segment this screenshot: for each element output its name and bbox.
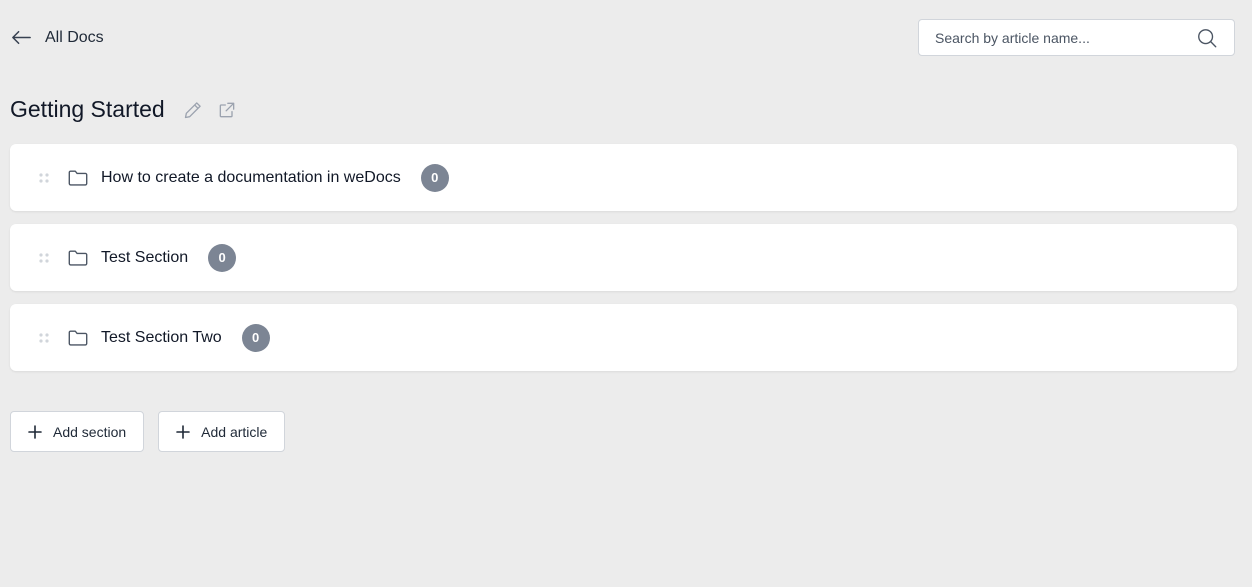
plus-icon [176,424,190,439]
folder-icon [68,169,88,186]
pencil-icon[interactable] [183,100,203,120]
back-label: All Docs [45,28,104,46]
section-list: How to create a documentation in weDocs … [10,144,1237,384]
section-name[interactable]: Test Section [101,249,188,267]
folder-icon [68,249,88,266]
page-title: Getting Started [10,96,165,122]
doc-header: Getting Started [10,96,237,123]
article-count-badge: 0 [420,163,449,192]
arrow-left-icon [12,30,31,45]
drag-handle-icon[interactable] [38,252,50,264]
search-input[interactable] [919,19,1196,56]
article-count-badge: 0 [208,243,237,272]
section-row[interactable]: Test Section 0 [10,224,1237,291]
section-row[interactable]: How to create a documentation in weDocs … [10,144,1237,211]
external-link-icon[interactable] [217,100,237,120]
folder-icon [68,329,88,346]
add-section-label: Add section [53,423,127,440]
article-count-badge: 0 [241,323,270,352]
section-name[interactable]: How to create a documentation in weDocs [101,169,401,187]
action-buttons: Add section Add article [10,411,286,452]
add-article-button[interactable]: Add article [158,411,286,452]
add-article-label: Add article [201,423,268,440]
section-name[interactable]: Test Section Two [101,329,222,347]
add-section-button[interactable]: Add section [10,411,145,452]
drag-handle-icon[interactable] [38,332,50,344]
drag-handle-icon[interactable] [38,172,50,184]
section-row[interactable]: Test Section Two 0 [10,304,1237,371]
plus-icon [28,424,42,439]
back-to-all-docs-link[interactable]: All Docs [10,26,104,49]
search-icon[interactable] [1196,27,1218,49]
search-box [918,19,1235,56]
